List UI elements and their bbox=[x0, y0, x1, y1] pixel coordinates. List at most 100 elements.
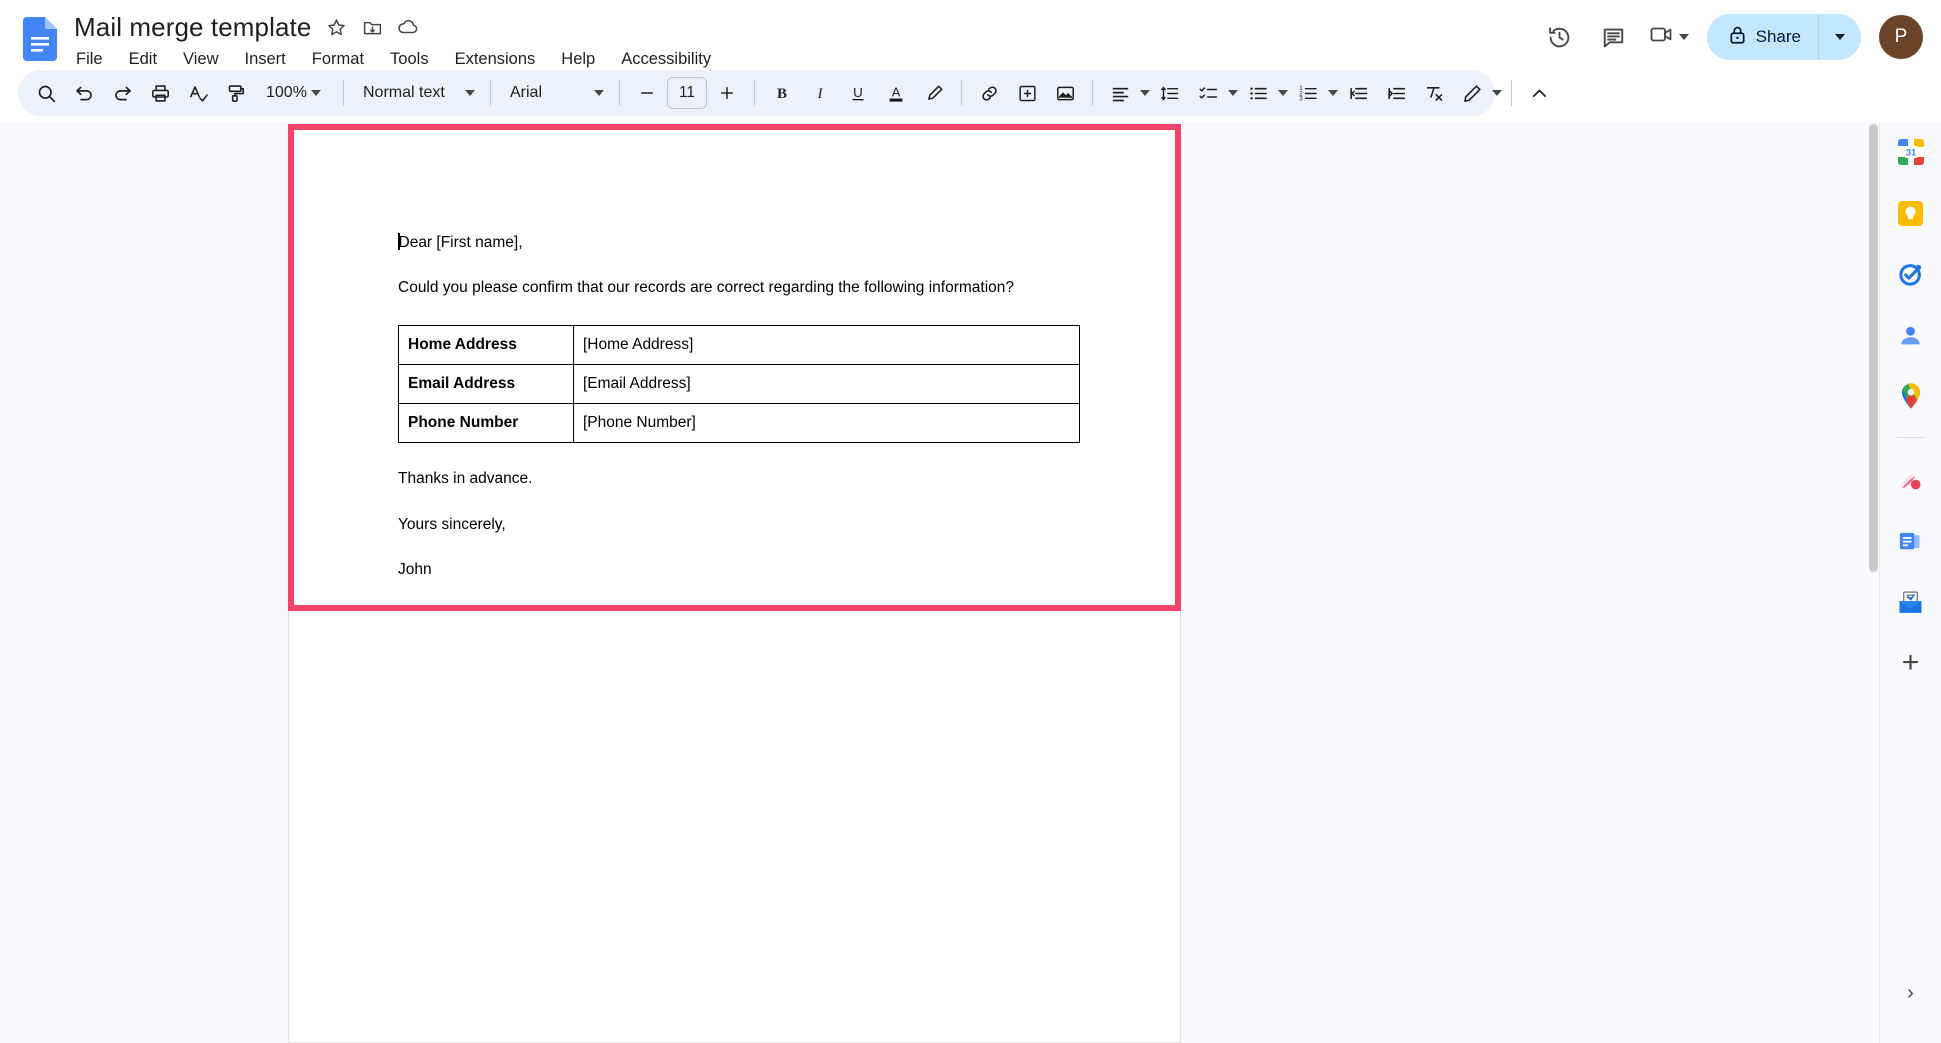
decrease-indent-icon[interactable] bbox=[1340, 75, 1376, 111]
search-icon[interactable] bbox=[28, 75, 64, 111]
font-family-selector[interactable]: Arial bbox=[500, 76, 610, 110]
paragraph-thanks[interactable]: Thanks in advance. bbox=[398, 470, 1088, 488]
scrollbar-thumb[interactable] bbox=[1869, 124, 1878, 572]
bulleted-list-icon[interactable] bbox=[1240, 75, 1276, 111]
align-left-icon[interactable] bbox=[1102, 75, 1138, 111]
table-value-email-address[interactable]: [Email Address] bbox=[573, 363, 1080, 405]
chevron-down-icon bbox=[465, 90, 475, 96]
increase-font-size-icon[interactable] bbox=[709, 75, 745, 111]
checklist-icon[interactable] bbox=[1190, 75, 1226, 111]
redo-icon[interactable] bbox=[104, 75, 140, 111]
page-title[interactable]: Mail merge template bbox=[74, 12, 311, 43]
highlight-pen-icon[interactable] bbox=[916, 75, 952, 111]
document-content[interactable]: Dear [First name], Could you please conf… bbox=[398, 233, 1088, 606]
paragraph-salutation[interactable]: Dear [First name], bbox=[398, 233, 1088, 252]
svg-text:3: 3 bbox=[1299, 95, 1303, 102]
collapse-toolbar-icon[interactable] bbox=[1521, 75, 1557, 111]
paragraph-signoff[interactable]: Yours sincerely, bbox=[398, 516, 1088, 534]
table-row[interactable]: Home Address [Home Address] bbox=[398, 324, 1080, 365]
menu-file[interactable]: File bbox=[74, 48, 105, 71]
add-addon-button[interactable]: + bbox=[1889, 641, 1933, 685]
checklist-dropdown-button[interactable] bbox=[1228, 77, 1238, 109]
add-comment-icon[interactable] bbox=[1009, 75, 1045, 111]
move-to-folder-icon[interactable] bbox=[361, 16, 383, 38]
star-icon[interactable] bbox=[325, 16, 347, 38]
google-contacts-icon[interactable] bbox=[1889, 313, 1933, 357]
toolbar-divider bbox=[1511, 80, 1512, 106]
text-color-button[interactable]: A bbox=[878, 75, 914, 111]
document-canvas: Dear [First name], Could you please conf… bbox=[0, 122, 1941, 1043]
menu-insert[interactable]: Insert bbox=[243, 48, 288, 71]
menu-accessibility[interactable]: Accessibility bbox=[619, 48, 713, 71]
paragraph-sender[interactable]: John bbox=[398, 561, 1088, 579]
google-keep-icon[interactable] bbox=[1889, 191, 1933, 235]
cloud-saved-icon[interactable] bbox=[397, 16, 419, 38]
share-dropdown-button[interactable] bbox=[1819, 14, 1861, 60]
numbered-list-dropdown-button[interactable] bbox=[1328, 77, 1338, 109]
avatar[interactable]: P bbox=[1879, 15, 1923, 59]
table-label-email-address[interactable]: Email Address bbox=[398, 363, 574, 405]
chevron-down-icon bbox=[1140, 90, 1150, 96]
addon-mail-merge-icon[interactable] bbox=[1889, 580, 1933, 624]
table-label-phone-number[interactable]: Phone Number bbox=[398, 403, 574, 444]
underline-button[interactable]: U bbox=[840, 75, 876, 111]
paragraph-style-selector[interactable]: Normal text bbox=[353, 76, 481, 110]
spellcheck-icon[interactable] bbox=[180, 75, 216, 111]
menu-bar: File Edit View Insert Format Tools Exten… bbox=[74, 46, 713, 72]
google-calendar-icon[interactable]: 31 bbox=[1889, 130, 1933, 174]
table-value-phone-number[interactable]: [Phone Number] bbox=[573, 403, 1080, 444]
print-icon[interactable] bbox=[142, 75, 178, 111]
table-label-home-address[interactable]: Home Address bbox=[398, 324, 574, 365]
comment-history-icon[interactable] bbox=[1591, 14, 1637, 60]
italic-button[interactable]: I bbox=[802, 75, 838, 111]
align-dropdown-button[interactable] bbox=[1140, 77, 1150, 109]
google-docs-logo[interactable] bbox=[18, 10, 62, 68]
menu-edit[interactable]: Edit bbox=[127, 48, 159, 71]
app-header: Mail merge template File Edit View Inser… bbox=[0, 0, 1941, 70]
editing-pencil-icon[interactable] bbox=[1454, 75, 1490, 111]
toolbar-divider bbox=[1092, 80, 1093, 106]
share-main[interactable]: Share bbox=[1707, 14, 1818, 60]
addon-comet-icon[interactable] bbox=[1889, 458, 1933, 502]
google-tasks-icon[interactable] bbox=[1889, 252, 1933, 296]
bold-button[interactable]: B bbox=[764, 75, 800, 111]
version-history-icon[interactable] bbox=[1537, 14, 1583, 60]
details-table[interactable]: Home Address [Home Address] Email Addres… bbox=[398, 324, 1080, 444]
link-icon[interactable] bbox=[971, 75, 1007, 111]
decrease-font-size-icon[interactable] bbox=[629, 75, 665, 111]
font-size-input[interactable]: 11 bbox=[667, 77, 707, 109]
numbered-list-icon[interactable]: 1 2 3 bbox=[1290, 75, 1326, 111]
share-button[interactable]: Share bbox=[1706, 14, 1861, 60]
formatting-toolbar: 100% Normal text Arial 11 B I U A 1 2 3 bbox=[18, 70, 1546, 116]
menu-extensions[interactable]: Extensions bbox=[453, 48, 538, 71]
table-row[interactable]: Email Address [Email Address] bbox=[398, 363, 1080, 405]
chevron-down-icon bbox=[1228, 90, 1238, 96]
table-value-home-address[interactable]: [Home Address] bbox=[573, 324, 1080, 365]
line-spacing-icon[interactable] bbox=[1152, 75, 1188, 111]
toolbar-divider bbox=[961, 80, 962, 106]
menu-help[interactable]: Help bbox=[559, 48, 597, 71]
menu-tools[interactable]: Tools bbox=[388, 48, 431, 71]
zoom-value: 100% bbox=[266, 84, 307, 101]
expand-panel-icon[interactable]: › bbox=[1893, 975, 1929, 1011]
chevron-down-icon bbox=[1492, 90, 1502, 96]
editing-mode-dropdown-button[interactable] bbox=[1492, 77, 1502, 109]
paint-format-icon[interactable] bbox=[218, 75, 254, 111]
side-panel: 31 + › bbox=[1879, 122, 1941, 1043]
google-meet-button[interactable] bbox=[1645, 14, 1693, 60]
google-maps-icon[interactable] bbox=[1889, 374, 1933, 418]
increase-indent-icon[interactable] bbox=[1378, 75, 1414, 111]
addon-docs-blue-icon[interactable] bbox=[1889, 519, 1933, 563]
clear-formatting-icon[interactable] bbox=[1416, 75, 1452, 111]
document-page-1-highlighted[interactable]: Dear [First name], Could you please conf… bbox=[288, 124, 1181, 611]
document-page-2[interactable] bbox=[288, 611, 1181, 1043]
menu-view[interactable]: View bbox=[181, 48, 220, 71]
zoom-selector[interactable]: 100% bbox=[256, 76, 334, 110]
insert-image-icon[interactable] bbox=[1047, 75, 1083, 111]
bulleted-list-dropdown-button[interactable] bbox=[1278, 77, 1288, 109]
table-row[interactable]: Phone Number [Phone Number] bbox=[398, 403, 1080, 444]
undo-icon[interactable] bbox=[66, 75, 102, 111]
svg-text:U: U bbox=[853, 85, 863, 100]
menu-format[interactable]: Format bbox=[310, 48, 366, 71]
paragraph-intro[interactable]: Could you please confirm that our record… bbox=[398, 279, 1088, 297]
